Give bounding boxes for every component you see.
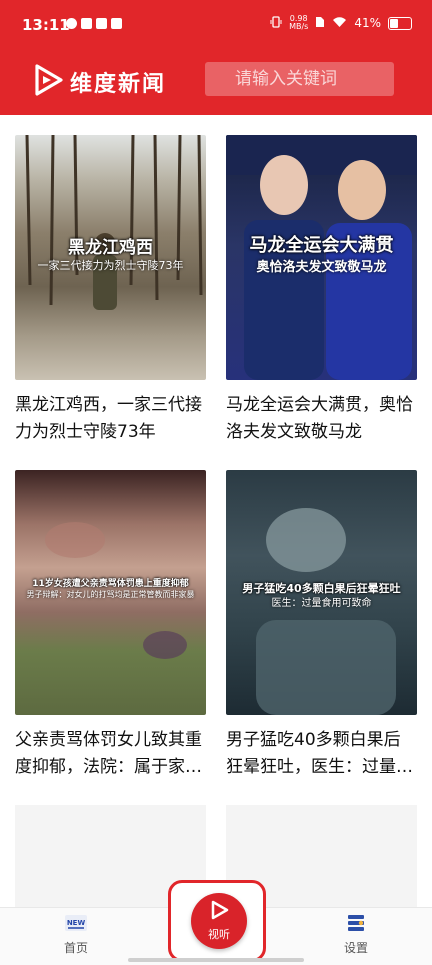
net-speed: 0.98 MB/s bbox=[289, 15, 308, 31]
home-badge: NEW bbox=[67, 919, 86, 927]
news-thumbnail: 马龙全运会大满贯 奥恰洛夫发文致敬马龙 bbox=[226, 135, 417, 380]
news-card[interactable]: 男子猛吃40多颗白果后狂晕狂吐 医生：过量食用可致命 男子猛吃40多颗白果后狂晕… bbox=[226, 470, 417, 781]
thumb-subcaption: 一家三代接力为烈士守陵73年 bbox=[37, 259, 184, 272]
app-icon bbox=[111, 18, 122, 29]
news-title[interactable]: 男子猛吃40多颗白果后狂晕狂吐，医生：过量… bbox=[226, 727, 417, 781]
thumb-subcaption: 男子辩解：对女儿的打骂均是正常管教而非家暴 bbox=[26, 590, 195, 599]
tab-settings-label: 设置 bbox=[343, 941, 368, 955]
thumb-caption: 11岁女孩遭父亲责骂体罚患上重度抑郁 bbox=[32, 579, 189, 589]
wifi-icon bbox=[332, 16, 347, 31]
app-logo-icon bbox=[35, 64, 63, 96]
news-thumbnail: 11岁女孩遭父亲责骂体罚患上重度抑郁 男子辩解：对女儿的打骂均是正常管教而非家暴 bbox=[15, 470, 206, 715]
battery-percent: 41% bbox=[354, 16, 381, 30]
news-title[interactable]: 马龙全运会大满贯，奥恰洛夫发文致敬马龙 bbox=[226, 392, 417, 446]
tab-video[interactable]: 视听 bbox=[168, 880, 266, 962]
tab-video-label: 视听 bbox=[208, 928, 230, 941]
thumb-caption: 马龙全运会大满贯 bbox=[249, 235, 394, 256]
tab-home[interactable]: NEW 首页 bbox=[46, 914, 106, 956]
thumb-caption: 黑龙江鸡西 bbox=[68, 238, 153, 258]
news-thumbnail: 男子猛吃40多颗白果后狂晕狂吐 医生：过量食用可致命 bbox=[226, 470, 417, 715]
status-right: 0.98 MB/s 41% bbox=[270, 15, 412, 31]
home-indicator bbox=[128, 958, 304, 962]
news-icon: NEW bbox=[65, 915, 87, 931]
news-card[interactable]: 马龙全运会大满贯 奥恰洛夫发文致敬马龙 马龙全运会大满贯，奥恰洛夫发文致敬马龙 bbox=[226, 135, 417, 446]
app-name: 维度新闻 bbox=[70, 72, 167, 97]
news-title[interactable]: 父亲责骂体罚女儿致其重度抑郁，法院：属于家… bbox=[15, 727, 206, 781]
news-title[interactable]: 黑龙江鸡西，一家三代接力为烈士守陵73年 bbox=[15, 392, 206, 446]
notification-icons bbox=[66, 18, 122, 29]
video-button-circle[interactable]: 视听 bbox=[191, 893, 247, 949]
vibrate-icon bbox=[270, 15, 282, 31]
play-app-icon bbox=[81, 18, 92, 29]
check-icon bbox=[66, 18, 77, 29]
thumb-subcaption: 医生：过量食用可致命 bbox=[271, 598, 372, 609]
net-speed-unit: MB/s bbox=[289, 22, 309, 31]
news-thumbnail: 黑龙江鸡西 一家三代接力为烈士守陵73年 bbox=[15, 135, 206, 380]
app-header: 维度新闻 请输入关键词 bbox=[0, 50, 432, 115]
news-card[interactable]: 11岁女孩遭父亲责骂体罚患上重度抑郁 男子辩解：对女儿的打骂均是正常管教而非家暴… bbox=[15, 470, 206, 781]
tab-home-label: 首页 bbox=[63, 941, 88, 955]
search-input[interactable]: 请输入关键词 bbox=[205, 62, 394, 96]
settings-icon bbox=[348, 915, 364, 931]
tab-settings[interactable]: 设置 bbox=[326, 914, 386, 956]
status-time: 13:11 bbox=[22, 16, 70, 34]
battery-icon bbox=[388, 16, 412, 30]
mail-icon bbox=[96, 18, 107, 29]
news-card[interactable]: 黑龙江鸡西 一家三代接力为烈士守陵73年 黑龙江鸡西，一家三代接力为烈士守陵73… bbox=[15, 135, 206, 446]
status-bar: 13:11 0.98 MB/s 41% bbox=[0, 0, 432, 50]
thumb-subcaption: 奥恰洛夫发文致敬马龙 bbox=[256, 260, 387, 275]
sim-icon bbox=[315, 16, 325, 31]
